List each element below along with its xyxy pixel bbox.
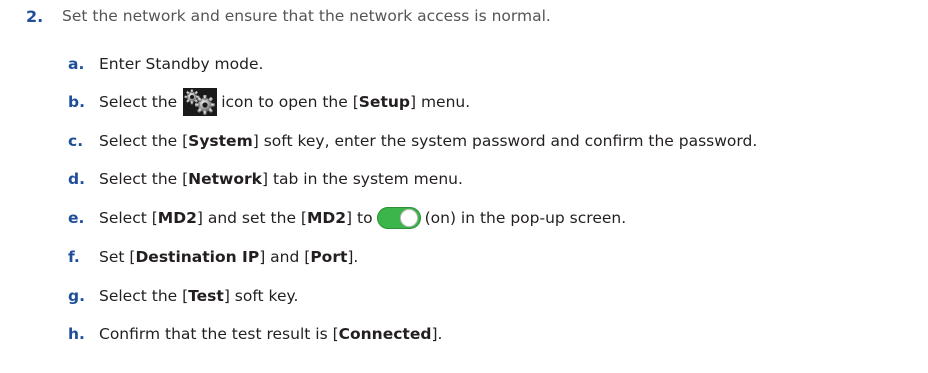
procedure-step: 2. Set the network and ensure that the n… xyxy=(0,0,928,373)
substep-text: ] soft key, enter the system password an… xyxy=(252,132,758,150)
substep-text: Select the [ xyxy=(99,170,189,188)
substep-a: a. Enter Standby mode. xyxy=(68,52,263,76)
step-text: Set the network and ensure that the netw… xyxy=(62,7,551,25)
substep-letter: h. xyxy=(68,325,85,343)
substep-text: icon to open the [ xyxy=(221,93,359,111)
setup-gear-icon xyxy=(183,88,218,116)
keyword: System xyxy=(188,132,253,150)
substep-text: ] soft key. xyxy=(223,287,299,305)
step-number: 2. xyxy=(26,7,44,26)
substep-text: ]. xyxy=(347,248,359,266)
substep-text: ] and set the [ xyxy=(196,209,307,227)
substep-text: Confirm that the test result is [ xyxy=(99,325,339,343)
substep-text: ] menu. xyxy=(409,93,471,111)
substep-d: d. Select the [Network] tab in the syste… xyxy=(68,167,463,191)
substep-letter: f. xyxy=(68,248,80,266)
keyword: MD2 xyxy=(157,209,197,227)
substep-f: f. Set [Destination IP] and [Port]. xyxy=(68,245,358,269)
substep-text: Select the [ xyxy=(99,287,189,305)
substep-text: ]. xyxy=(431,325,443,343)
substep-text: (on) in the pop-up screen. xyxy=(424,209,627,227)
keyword: Setup xyxy=(358,93,410,111)
keyword: Port xyxy=(310,248,348,266)
substep-text: ] and [ xyxy=(259,248,311,266)
keyword: Network xyxy=(188,170,262,188)
toggle-on-icon xyxy=(376,207,421,229)
substep-letter: g. xyxy=(68,287,85,305)
substep-letter: c. xyxy=(68,132,84,150)
substep-letter: e. xyxy=(68,209,85,227)
substep-letter: a. xyxy=(68,55,85,73)
substep-g: g. Select the [Test] soft key. xyxy=(68,284,298,308)
substep-text: Select the xyxy=(99,93,178,111)
substep-text: ] to xyxy=(346,209,373,227)
keyword: MD2 xyxy=(306,209,347,227)
substep-text: ] tab in the system menu. xyxy=(261,170,463,188)
substep-text: Set [ xyxy=(99,248,136,266)
substep-letter: d. xyxy=(68,170,85,188)
substep-text: Enter Standby mode. xyxy=(99,55,264,73)
substep-letter: b. xyxy=(68,93,85,111)
substep-text: Select [ xyxy=(99,209,158,227)
keyword: Connected xyxy=(338,325,432,343)
substep-text: Select the [ xyxy=(99,132,189,150)
substep-e: e. Select [MD2] and set the [MD2] to (on… xyxy=(68,206,626,230)
keyword: Destination IP xyxy=(135,248,260,266)
substep-b: b. Select the icon to open the [Setup]… xyxy=(68,88,471,116)
keyword: Test xyxy=(188,287,224,305)
substep-c: c. Select the [System] soft key, enter t… xyxy=(68,129,757,153)
substep-h: h. Confirm that the test result is [Conn… xyxy=(68,322,442,346)
